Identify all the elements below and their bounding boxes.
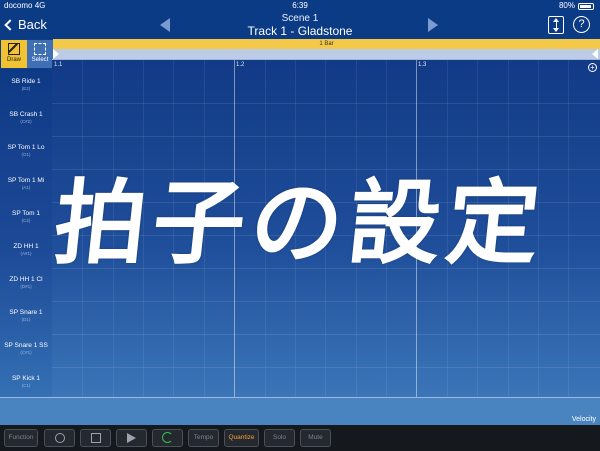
instrument-name: SP Tom 1 — [12, 210, 40, 217]
function-button[interactable]: Function — [4, 429, 38, 447]
quantize-button[interactable]: Quantize — [224, 429, 259, 447]
bar-length-label: 1 Bar — [319, 41, 334, 47]
instrument-name: SB Ride 1 — [11, 78, 41, 85]
record-icon — [54, 433, 65, 443]
record-button[interactable] — [44, 429, 75, 447]
track-name: Track 1 - Gladstone — [247, 24, 353, 38]
battery-icon — [578, 2, 594, 10]
beat-label: 1.1 — [54, 62, 63, 68]
draw-label: Draw — [6, 57, 21, 63]
step-grid[interactable]: 1.1 1.2 1.3 + — [52, 59, 600, 397]
instrument-name: SP Tom 1 Mi — [7, 177, 45, 184]
instrument-row[interactable]: SB Ride 1 (E2) — [0, 69, 52, 102]
instrument-name: SP Snare 1 SS — [4, 342, 48, 349]
stop-button[interactable] — [80, 429, 111, 447]
battery-status: 80% — [559, 0, 594, 12]
instrument-list: SB Ride 1 (E2) SB Crash 1 (C#2) SP Tom 1 L… — [0, 69, 52, 397]
loop-end-handle[interactable] — [592, 49, 598, 59]
instrument-note: (A1) — [21, 185, 31, 190]
instrument-row[interactable]: SP Tom 1 (C2) — [0, 201, 52, 234]
track-title: Scene 1 Track 1 - Gladstone — [0, 13, 600, 38]
tempo-button[interactable]: Tempo — [188, 429, 219, 447]
pencil-icon — [8, 43, 20, 55]
play-icon — [127, 433, 136, 443]
instrument-note: (E2) — [21, 86, 31, 91]
instrument-name: SP Snare 1 — [9, 309, 43, 316]
instrument-note: (D1) — [21, 317, 31, 322]
instrument-note: (C#1) — [20, 350, 32, 355]
loop-range-strip[interactable] — [53, 49, 600, 59]
loop-start-handle[interactable] — [53, 49, 59, 59]
clock: 6:39 — [292, 1, 308, 10]
instrument-note: (A#1) — [20, 251, 32, 256]
add-bar-button[interactable]: + — [588, 63, 597, 72]
instrument-row[interactable]: ZD HH 1 (A#1) — [0, 234, 52, 267]
velocity-label: Velocity — [571, 416, 596, 423]
instrument-row[interactable]: SP Tom 1 Mi (A1) — [0, 168, 52, 201]
nav-bar: Back Scene 1 Track 1 - Gladstone ? — [0, 12, 600, 39]
instrument-name: SP Tom 1 Lo — [7, 144, 45, 151]
loop-button[interactable] — [152, 429, 183, 447]
status-bar: docomo 4G 6:39 80% — [0, 0, 600, 12]
bar-length-strip[interactable]: 1 Bar — [53, 39, 600, 49]
next-scene-button[interactable] — [428, 18, 438, 32]
solo-button[interactable]: Solo — [264, 429, 295, 447]
instrument-row[interactable]: ZD HH 1 Cl (D#1) — [0, 267, 52, 300]
instrument-note: (D#1) — [20, 284, 32, 289]
instrument-row[interactable]: SP Tom 1 Lo (G1) — [0, 135, 52, 168]
instrument-name: SP Kick 1 — [11, 375, 41, 382]
mute-button[interactable]: Mute — [300, 429, 331, 447]
stop-icon — [90, 433, 101, 443]
instrument-name: ZD HH 1 — [13, 243, 39, 250]
instrument-note: (C#2) — [20, 119, 32, 124]
select-label: Select — [31, 57, 49, 63]
draw-tool-button[interactable]: Draw — [1, 40, 27, 68]
instrument-note: (C1) — [21, 383, 31, 388]
instrument-note: (C2) — [21, 218, 31, 223]
instrument-name: SB Crash 1 — [9, 111, 43, 118]
beat-label: 1.2 — [236, 62, 245, 68]
select-tool-button[interactable]: Select — [27, 40, 53, 68]
instrument-row[interactable]: SP Snare 1 (D1) — [0, 300, 52, 333]
instrument-name: ZD HH 1 Cl — [9, 276, 43, 283]
instrument-note: (G1) — [21, 152, 31, 157]
loop-icon — [162, 432, 173, 443]
bottom-toolbar: Function Tempo Quantize Solo Mute — [0, 425, 600, 451]
instrument-row[interactable]: SB Crash 1 (C#2) — [0, 102, 52, 135]
beat-label: 1.3 — [418, 62, 427, 68]
instrument-row[interactable]: SP Snare 1 SS (C#1) — [0, 333, 52, 366]
resize-icon[interactable] — [548, 16, 564, 34]
help-button[interactable]: ? — [573, 16, 590, 33]
scene-name: Scene 1 — [281, 13, 319, 24]
marquee-icon — [34, 43, 46, 55]
instrument-row[interactable]: SP Kick 1 (C1) — [0, 366, 52, 399]
play-button[interactable] — [116, 429, 147, 447]
battery-percent: 80% — [558, 1, 575, 10]
velocity-lane[interactable]: Velocity — [0, 397, 600, 425]
